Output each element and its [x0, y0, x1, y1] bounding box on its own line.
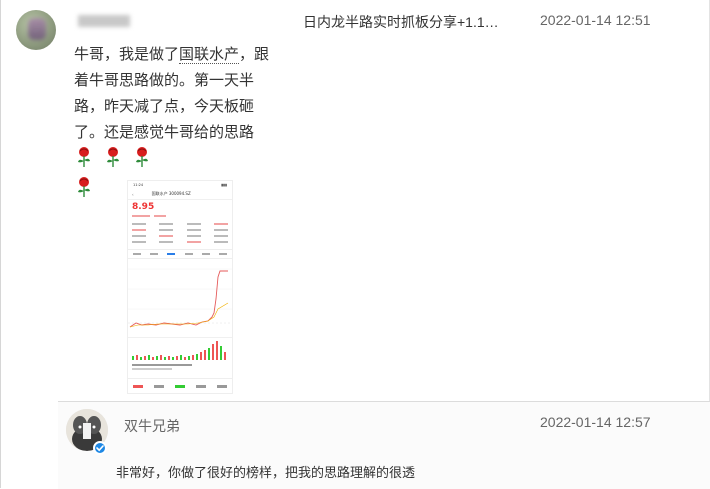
phone-time: 11:24	[133, 183, 144, 187]
avatar-image	[28, 18, 46, 40]
stock-link[interactable]: 国联水产	[179, 46, 240, 64]
avatar[interactable]	[16, 10, 56, 50]
username[interactable]	[74, 12, 130, 27]
verified-badge-icon	[93, 441, 107, 455]
rose-icon	[107, 147, 119, 167]
comment-timestamp: 2022-01-14 12:51	[540, 12, 651, 28]
intraday-chart	[128, 259, 232, 337]
price-line	[128, 268, 232, 328]
stock-name: 国联水产 300094.SZ	[151, 191, 191, 196]
quote-table	[128, 219, 232, 247]
stock-price: 8.95	[132, 202, 155, 212]
price-change-indicator	[132, 215, 166, 217]
comment-text: 牛哥，我是做了国联水产，跟着牛哥思路做的。第一天半路，昨天减了点，今天板砸了。还…	[74, 42, 280, 202]
masked-username	[78, 14, 130, 27]
volume-bars	[132, 341, 226, 360]
comment-text-part: 牛哥，我是做了	[74, 46, 180, 63]
rose-icon	[78, 177, 90, 197]
phone-bottom-bar	[128, 378, 232, 393]
phone-status-bar: 11:24 ▮▮▮	[128, 181, 232, 189]
rose-icon	[136, 147, 148, 167]
reply-timestamp: 2022-01-14 12:57	[540, 414, 651, 430]
signal-icon: ▮▮▮	[221, 183, 227, 187]
attached-screenshot[interactable]: 11:24 ▮▮▮ ‹ 国联水产 300094.SZ 8.95	[127, 180, 233, 394]
rose-icon	[78, 147, 90, 167]
back-icon: ‹	[132, 191, 134, 197]
stock-header: ‹ 国联水产 300094.SZ	[128, 189, 232, 200]
reply-text: 非常好，你做了很好的榜样，把我的思路理解的很透	[116, 465, 416, 480]
chart-tabs	[128, 249, 232, 259]
left-border	[0, 0, 1, 488]
reply-username[interactable]: 双牛兄弟	[124, 416, 180, 436]
volume-chart	[128, 337, 232, 360]
news-snippet	[128, 360, 232, 374]
post-title-link[interactable]: 日内龙半路实时抓板分享+1.1…	[303, 12, 499, 32]
quote-row	[132, 239, 228, 245]
